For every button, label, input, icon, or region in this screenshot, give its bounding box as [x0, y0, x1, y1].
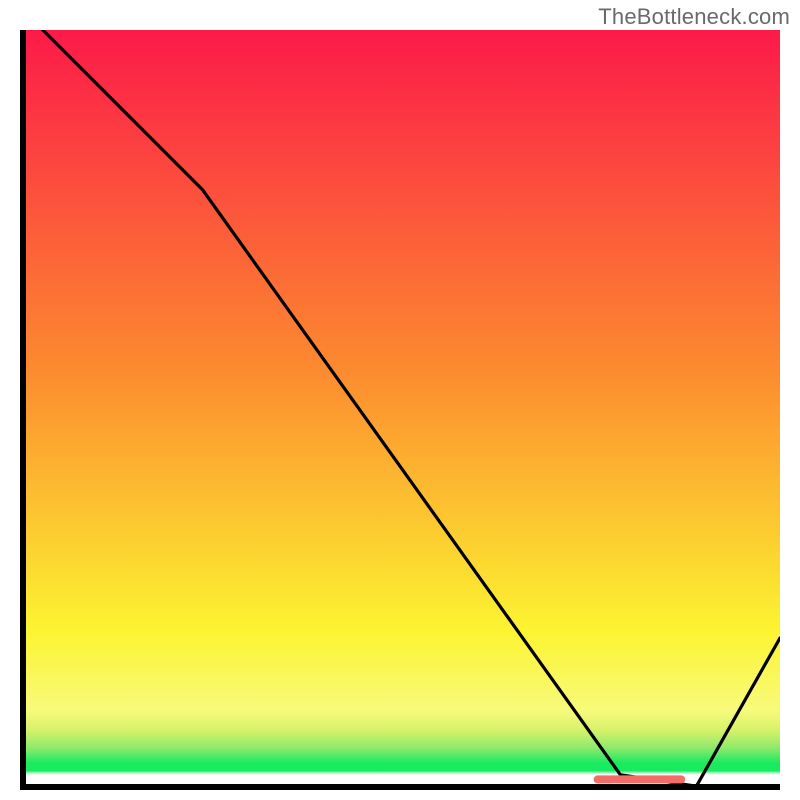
attribution-text: TheBottleneck.com: [598, 4, 790, 30]
plot-background: [23, 30, 780, 782]
bottleneck-chart: [20, 30, 780, 790]
